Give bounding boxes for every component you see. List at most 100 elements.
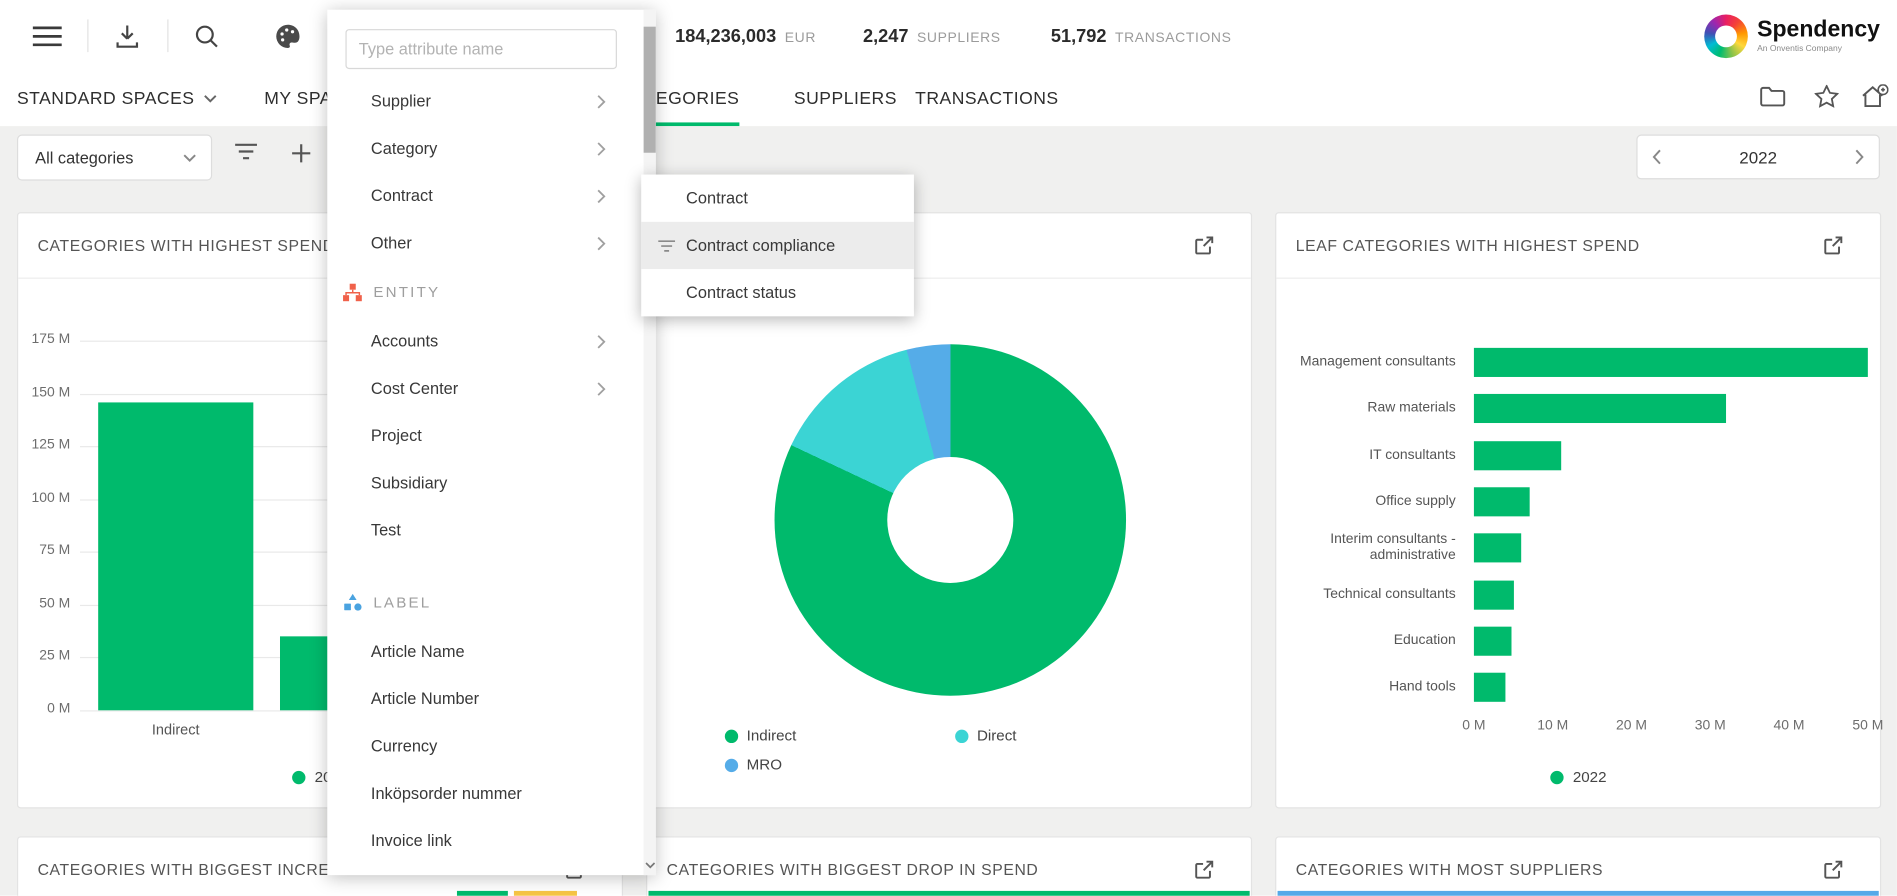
menu-item-contract[interactable]: Contract: [327, 172, 640, 219]
menu-item-label: Supplier: [370, 92, 431, 111]
menu-item-label: Currency: [370, 736, 438, 756]
menu-item-currency[interactable]: Currency: [327, 722, 640, 769]
chevron-right-icon: [596, 94, 606, 109]
open-card-button[interactable]: [1823, 859, 1844, 880]
year-selector[interactable]: 2022: [1636, 134, 1880, 180]
standard-spaces-label: STANDARD SPACES: [16, 89, 195, 109]
card-biggest-drop: CATEGORIES WITH BIGGEST DROP IN SPEND: [646, 836, 1253, 896]
donut-legend-dot-2: [724, 758, 739, 772]
total-spend-stat: 184,236,003 EUR: [675, 25, 816, 46]
menu-item-inkopsorder-nummer[interactable]: Inköpsorder nummer: [327, 770, 640, 817]
donut-hole: [887, 456, 1014, 584]
top-bar: 184,236,003 EUR 2,247 SUPPLIERS 51,792 T…: [0, 0, 1897, 72]
download-button[interactable]: [114, 22, 141, 49]
download-icon: [116, 24, 139, 48]
filter-button[interactable]: [234, 143, 258, 166]
tab-suppliers-label: SUPPLIERS: [793, 89, 897, 109]
tab-transactions-label: TRANSACTIONS: [915, 89, 1059, 109]
menu-item-label: Cost Center: [370, 379, 459, 398]
card-leaf-highest-spend: LEAF CATEGORIES WITH HIGHEST SPEND Manag…: [1275, 212, 1884, 809]
filter-lines-icon: [658, 239, 676, 252]
suppliers-stat: 2,247 SUPPLIERS: [863, 25, 1001, 46]
menu-item-other[interactable]: Other: [327, 219, 640, 266]
card-header: LEAF CATEGORIES WITH HIGHEST SPEND: [1276, 213, 1880, 279]
card-header: CATEGORIES WITH BIGGEST DROP IN SPEND: [647, 838, 1251, 896]
plus-icon: [292, 144, 311, 163]
hamburger-icon: [32, 25, 62, 46]
submenu-item-contract-compliance[interactable]: Contract compliance: [641, 221, 914, 270]
favorites-button[interactable]: [1813, 83, 1840, 113]
menu-item-project[interactable]: Project: [327, 412, 640, 459]
next-year-button[interactable]: [1855, 149, 1865, 165]
tab-suppliers[interactable]: SUPPLIERS: [794, 72, 897, 127]
open-card-button[interactable]: [1194, 235, 1215, 256]
brand-tagline: An Onventis Company: [1757, 44, 1842, 54]
menu-section-entity: ENTITY: [327, 269, 640, 315]
attribute-search-input[interactable]: [345, 29, 617, 70]
card-header: CATEGORIES WITH MOST SUPPLIERS: [1276, 838, 1880, 896]
add-filter-button[interactable]: [291, 143, 312, 170]
menu-item-invoice-link[interactable]: Invoice link: [327, 817, 640, 864]
menu-item-label: Other: [370, 233, 412, 253]
menu-item-category[interactable]: Category: [327, 125, 640, 172]
palette-icon: [276, 24, 300, 48]
donut-legend-dot-1: [955, 729, 969, 743]
menu-item-label: Project: [370, 426, 422, 445]
leaf-spend-legend: 2022: [1276, 768, 1880, 785]
leaf-spend-xaxis: 0 M 10 M 20 M 30 M 40 M 50 M: [1462, 718, 1884, 734]
open-card-button[interactable]: [1823, 235, 1844, 256]
donut-legend-label: Indirect: [746, 727, 797, 745]
menu-item-label: Test: [370, 521, 401, 540]
chart-peek-strip: [1277, 890, 1879, 896]
spaces-folder-button[interactable]: [1760, 85, 1787, 113]
menu-item-article-name[interactable]: Article Name: [327, 628, 640, 675]
chevron-right-icon: [596, 141, 606, 156]
suppliers-count: 2,247: [863, 25, 909, 47]
donut-legend-label: Direct: [976, 727, 1017, 745]
scroll-down-arrow-icon[interactable]: [644, 862, 656, 869]
leaf-spend-chart: Management consultants Raw materials IT co…: [1291, 339, 1884, 739]
menu-item-test[interactable]: Test: [327, 507, 640, 554]
theme-palette-button[interactable]: [274, 22, 302, 50]
search-button[interactable]: [194, 23, 219, 48]
menu-item-label: Inköpsorder nummer: [370, 784, 522, 803]
menu-item-label: Subsidiary: [370, 473, 448, 493]
chevron-down-icon: [183, 153, 196, 162]
donut-legend-dot-0: [724, 729, 739, 743]
external-link-icon: [1824, 860, 1843, 879]
hamburger-menu-button[interactable]: [32, 25, 62, 46]
search-icon: [195, 24, 218, 47]
open-card-button[interactable]: [1194, 859, 1215, 880]
menu-section-label: LABEL: [373, 593, 432, 611]
standard-spaces-menu[interactable]: STANDARD SPACES: [17, 72, 218, 127]
menu-item-subsidiary[interactable]: Subsidiary: [327, 459, 640, 506]
card-most-suppliers: CATEGORIES WITH MOST SUPPLIERS: [1275, 836, 1882, 896]
scrollbar[interactable]: [643, 9, 656, 876]
chevron-right-icon: [1855, 149, 1864, 165]
toolbar-separator: [87, 19, 89, 53]
menu-item-article-number[interactable]: Article Number: [327, 675, 640, 722]
category-filter-dropdown[interactable]: All categories: [16, 134, 213, 181]
menu-item-accounts[interactable]: Accounts: [327, 318, 640, 365]
brand: Spendency An Onventis Company: [1703, 13, 1880, 58]
chart-peek-strip: [513, 890, 577, 896]
tab-transactions[interactable]: TRANSACTIONS: [915, 72, 1059, 127]
star-icon: [1813, 83, 1840, 108]
menu-section-label: ENTITY: [373, 283, 441, 301]
add-dashboard-button[interactable]: [1861, 83, 1889, 114]
previous-year-button[interactable]: [1652, 149, 1662, 165]
filter-lines-icon: [235, 143, 257, 160]
menu-item-supplier[interactable]: Supplier: [327, 78, 640, 125]
menu-item-cost-center[interactable]: Cost Center: [327, 365, 640, 412]
donut-legend-label: MRO: [746, 756, 783, 774]
spendency-logo-icon: [1703, 13, 1748, 58]
submenu-item-contract[interactable]: Contract: [641, 175, 914, 222]
scrollbar-thumb[interactable]: [643, 26, 656, 153]
label-shapes-icon: [344, 593, 362, 611]
toolbar-separator: [167, 19, 169, 53]
donut-legend-item: Direct: [955, 727, 1017, 745]
submenu-item-contract-status[interactable]: Contract status: [641, 269, 914, 316]
submenu-item-label: Contract status: [686, 283, 797, 302]
leaf-spend-legend-label: 2022: [1572, 768, 1607, 786]
chevron-down-icon: [204, 95, 218, 103]
